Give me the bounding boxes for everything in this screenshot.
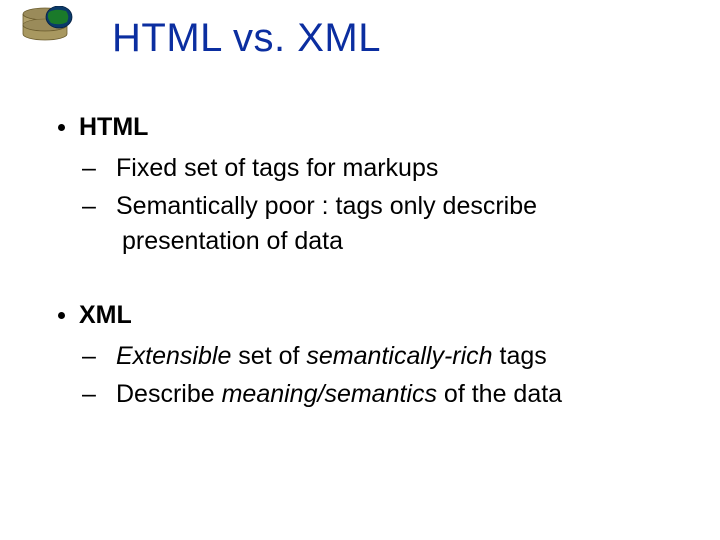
sub-text: set of	[231, 342, 306, 370]
sub-bullet: –Semantically poor : tags only describe …	[102, 189, 680, 258]
heading-text: HTML	[79, 110, 148, 145]
dash-icon: –	[102, 151, 116, 186]
database-globe-icon	[16, 6, 74, 48]
bullet-dot-icon	[58, 124, 65, 131]
sub-text: tags	[493, 342, 547, 370]
sub-bullet: –Describe meaning/semantics of the data	[102, 377, 680, 412]
sub-text: of the data	[437, 380, 562, 408]
slide-title: HTML vs. XML	[112, 16, 381, 61]
sub-text-italic: semantically-rich	[306, 342, 492, 370]
dash-icon: –	[102, 377, 116, 412]
bullet-dot-icon	[58, 312, 65, 319]
section-html: HTML –Fixed set of tags for markups –Sem…	[58, 110, 680, 258]
sub-text: Semantically poor : tags only describe p…	[116, 192, 537, 255]
sub-text: Fixed set of tags for markups	[116, 154, 438, 182]
slide-body: HTML –Fixed set of tags for markups –Sem…	[58, 110, 680, 452]
heading-text: XML	[79, 298, 132, 333]
dash-icon: –	[102, 339, 116, 374]
sub-bullet: –Extensible set of semantically-rich tag…	[102, 339, 680, 374]
dash-icon: –	[102, 189, 116, 224]
section-xml: XML –Extensible set of semantically-rich…	[58, 298, 680, 412]
bullet-heading: XML	[58, 298, 680, 333]
bullet-heading: HTML	[58, 110, 680, 145]
sub-text-italic: meaning/semantics	[222, 380, 437, 408]
sub-bullet: –Fixed set of tags for markups	[102, 151, 680, 186]
sub-text-italic: Extensible	[116, 342, 231, 370]
sub-text: Describe	[116, 380, 222, 408]
